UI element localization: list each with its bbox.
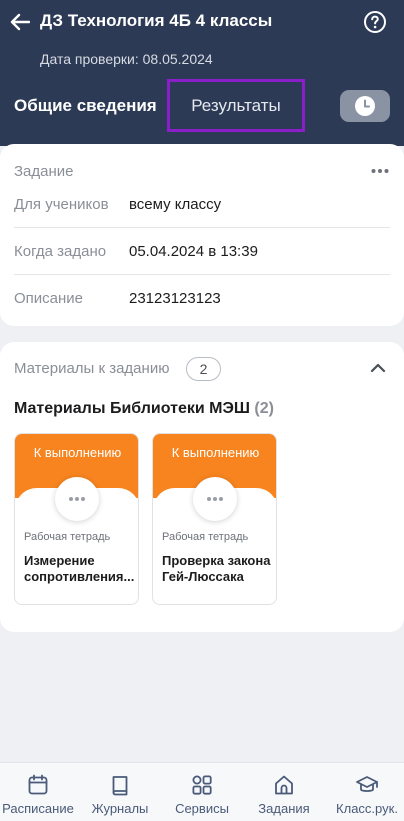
library-title-text: Материалы Библиотеки МЭШ	[14, 400, 250, 417]
material-card[interactable]: К выполнению Рабочая тетрадь Измерение с…	[14, 433, 139, 605]
row-value: всему классу	[129, 196, 222, 213]
nav-item-assignments[interactable]: Задания	[249, 763, 319, 821]
materials-section-label: Материалы к заданию	[14, 360, 170, 377]
nav-item-services[interactable]: Сервисы	[166, 763, 238, 821]
row-label: Когда задано	[14, 243, 107, 260]
row-value: 05.04.2024 в 13:39	[129, 243, 258, 260]
more-options-button[interactable]	[370, 164, 390, 176]
nav-label: Сервисы	[175, 801, 229, 816]
task-row-students: Для учеников всему классу	[0, 182, 390, 229]
collapse-materials-button[interactable]	[368, 360, 388, 376]
graduation-cap-icon	[356, 776, 378, 792]
row-value: 23123123123	[129, 290, 221, 307]
check-date: Дата проверки: 08.05.2024	[40, 51, 213, 67]
nav-item-class-teacher[interactable]: Класс.рук.	[330, 763, 404, 821]
back-button[interactable]	[6, 8, 34, 36]
task-section-label: Задание	[14, 163, 74, 180]
clock-icon	[355, 96, 375, 116]
house-icon	[275, 775, 293, 795]
material-menu-button[interactable]	[193, 477, 237, 521]
material-status: К выполнению	[33, 445, 122, 460]
tab-general-info[interactable]: Общие сведения	[14, 96, 157, 116]
nav-label: Задания	[258, 801, 310, 816]
page-title: ДЗ Технология 4Б 4 классы	[40, 11, 273, 30]
nav-item-journals[interactable]: Журналы	[84, 763, 156, 821]
arrow-left-icon	[10, 13, 30, 31]
nav-label: Класс.рук.	[336, 801, 398, 816]
material-name: Измерение сопротивления...	[24, 553, 135, 584]
more-dots-icon	[371, 169, 389, 173]
material-card[interactable]: К выполнению Рабочая тетрадь Проверка за…	[152, 433, 277, 605]
material-name: Проверка закона Гей-Люссака	[162, 553, 271, 584]
tab-results[interactable]: Результаты	[167, 79, 305, 132]
question-circle-icon	[364, 11, 386, 33]
library-title: Материалы Библиотеки МЭШ (2)	[14, 400, 274, 418]
more-dots-icon	[69, 497, 85, 501]
help-button[interactable]	[363, 10, 387, 34]
material-type: Рабочая тетрадь	[24, 531, 111, 543]
top-header: ДЗ Технология 4Б 4 классы Дата проверки:…	[0, 0, 404, 146]
grid-icon	[192, 775, 212, 795]
materials-count-badge: 2	[186, 357, 221, 381]
task-row-assigned-at: Когда задано 05.04.2024 в 13:39	[0, 228, 390, 275]
material-menu-button[interactable]	[55, 477, 99, 521]
calendar-icon	[28, 774, 48, 795]
material-type: Рабочая тетрадь	[162, 531, 249, 543]
history-button[interactable]	[340, 90, 390, 122]
material-status: К выполнению	[171, 445, 260, 460]
nav-item-schedule[interactable]: Расписание	[0, 763, 76, 821]
row-label: Для учеников	[14, 196, 109, 213]
bottom-navigation: Расписание Журналы Сервисы Задания Класс…	[0, 762, 404, 821]
book-icon	[112, 776, 128, 796]
more-dots-icon	[207, 497, 223, 501]
row-label: Описание	[14, 290, 84, 307]
nav-label: Журналы	[91, 801, 149, 816]
nav-label: Расписание	[2, 801, 74, 816]
task-row-description: Описание 23123123123	[0, 275, 390, 322]
chevron-up-icon	[370, 363, 386, 373]
tab-results-label: Результаты	[191, 95, 281, 115]
library-count: (2)	[254, 400, 274, 417]
